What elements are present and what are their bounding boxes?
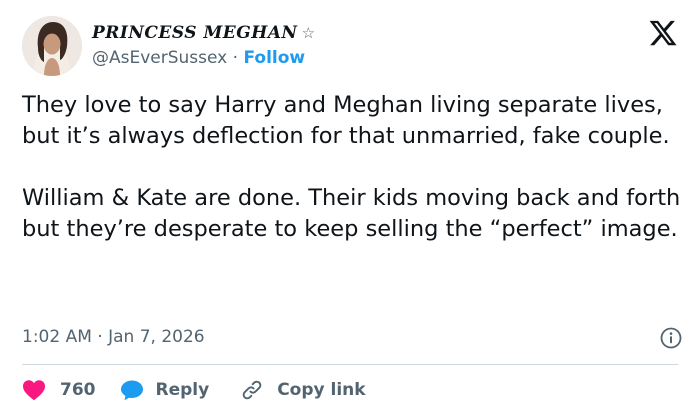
tweet-paragraph: William & Kate are done. Their kids movi… [22,185,681,242]
copy-link-button[interactable]: Copy link [241,379,366,401]
tweet-paragraph: They love to say Harry and Meghan living… [22,92,670,149]
handle-row: @AsEverSussex · Follow [92,47,316,69]
author-info: PRINCESS MEGHAN ☆ @AsEverSussex · Follow [92,22,316,69]
author-display-name[interactable]: PRINCESS MEGHAN ☆ [92,22,316,44]
link-icon [242,380,262,400]
display-name-text: PRINCESS MEGHAN [92,23,298,43]
tweet-header: PRINCESS MEGHAN ☆ @AsEverSussex · Follow [22,16,682,76]
reply-button[interactable]: Reply [120,379,210,401]
tweet-timestamp[interactable]: 1:02 AM · Jan 7, 2026 [22,326,205,348]
divider [22,364,678,365]
avatar-image [22,16,82,76]
handle-separator: · [232,48,239,68]
info-icon[interactable] [660,327,682,349]
action-bar: 760 Reply Copy link [22,376,366,404]
like-button[interactable]: 760 [22,379,96,401]
tweet-time: 1:02 AM [22,327,92,347]
star-icon: ☆ [301,24,316,42]
speech-bubble-icon [120,380,143,401]
avatar[interactable] [22,16,82,76]
copy-link-label: Copy link [277,380,366,400]
reply-label: Reply [155,380,210,400]
tweet-text: They love to say Harry and Meghan living… [22,90,682,245]
like-count: 760 [60,380,96,400]
tweet-card: PRINCESS MEGHAN ☆ @AsEverSussex · Follow … [0,0,700,417]
follow-button[interactable]: Follow [243,48,305,68]
heart-icon [23,380,45,401]
tweet-date: Jan 7, 2026 [108,327,205,347]
x-logo-icon[interactable] [648,18,678,48]
timestamp-separator: · [97,327,103,347]
author-handle[interactable]: @AsEverSussex [92,48,227,68]
